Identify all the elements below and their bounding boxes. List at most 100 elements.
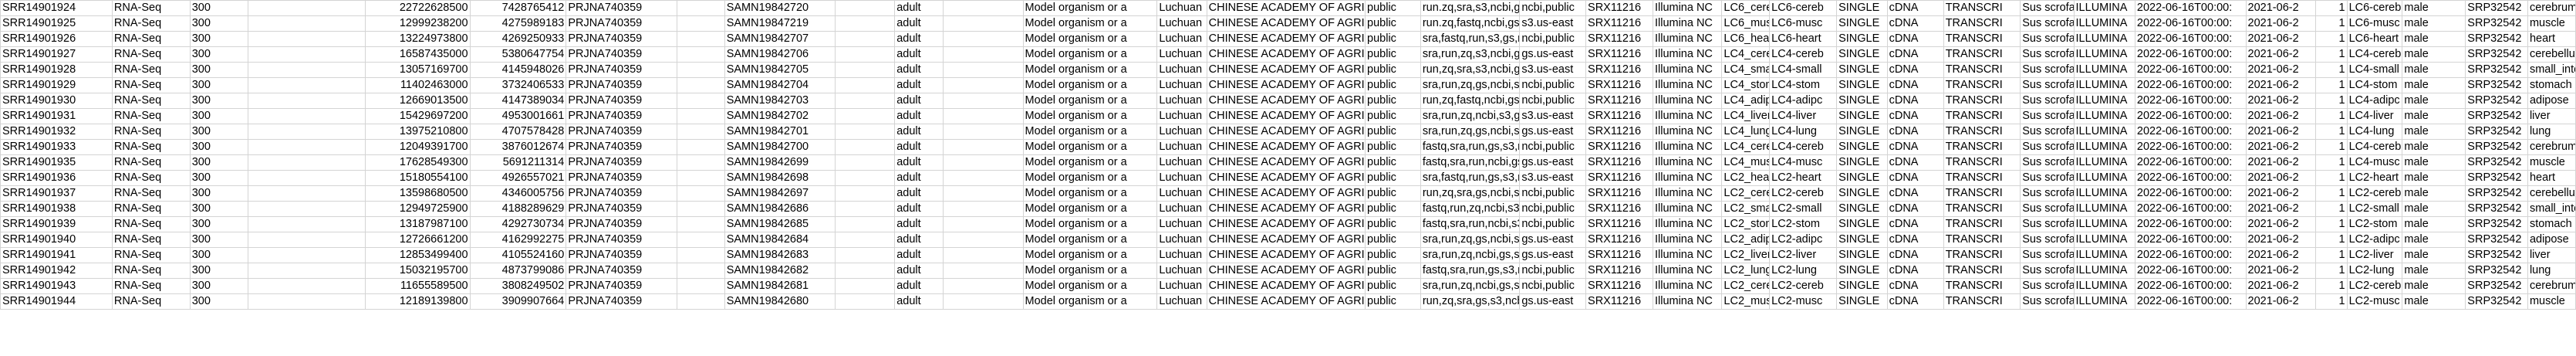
table-cell[interactable]: Luchuan xyxy=(1156,201,1207,217)
table-cell[interactable]: LC2-adipc xyxy=(2346,232,2403,248)
table-cell[interactable]: 2021-06-2 xyxy=(2245,185,2317,202)
table-cell[interactable]: RNA-Seq xyxy=(111,216,191,232)
table-cell[interactable]: 5691211314 xyxy=(469,154,567,171)
table-cell[interactable] xyxy=(676,216,725,232)
table-cell[interactable]: sra,run,zq,s3,ncbi,gs xyxy=(1420,46,1521,63)
table-cell[interactable] xyxy=(676,139,725,155)
table-cell[interactable]: 2022-06-16T00:00: xyxy=(2134,108,2247,124)
table-cell[interactable]: cDNA xyxy=(1886,77,1944,93)
table-cell[interactable]: 2022-06-16T00:00: xyxy=(2134,46,2247,63)
table-cell[interactable] xyxy=(676,31,725,47)
table-cell[interactable]: 4162992275 xyxy=(469,232,567,248)
table-cell[interactable]: 5380647754 xyxy=(469,46,567,63)
table-cell[interactable]: LC6_cereb xyxy=(1721,0,1771,16)
table-cell[interactable]: 300 xyxy=(189,0,249,16)
table-cell[interactable]: cDNA xyxy=(1886,232,1944,248)
table-cell[interactable]: 17628549300 xyxy=(364,154,471,171)
table-cell[interactable]: adult xyxy=(894,185,944,202)
table-cell[interactable]: LC6-cereb xyxy=(1769,0,1838,16)
table-cell[interactable]: LC4-small xyxy=(1769,62,1838,78)
table-cell[interactable]: TRANSCRI xyxy=(1943,216,2021,232)
table-cell[interactable]: SRP32542 xyxy=(2465,77,2528,93)
table-cell[interactable] xyxy=(248,62,366,78)
table-cell[interactable]: SAMN19842684 xyxy=(724,232,836,248)
table-cell[interactable]: male xyxy=(2402,216,2466,232)
table-cell[interactable]: CHINESE ACADEMY OF AGRI xyxy=(1206,278,1366,294)
table-cell[interactable]: cerebellum xyxy=(2527,46,2576,63)
table-cell[interactable]: LC4_musc xyxy=(1721,154,1771,171)
table-cell[interactable]: Luchuan xyxy=(1156,124,1207,140)
table-cell[interactable]: SINGLE xyxy=(1836,31,1888,47)
table-cell[interactable]: Luchuan xyxy=(1156,293,1207,310)
table-cell[interactable]: gs.us-east xyxy=(1519,293,1587,310)
table-cell[interactable] xyxy=(676,108,725,124)
table-cell[interactable]: cDNA xyxy=(1886,62,1944,78)
table-cell[interactable]: SAMN19842701 xyxy=(724,124,836,140)
table-cell[interactable]: Model organism or a xyxy=(1022,232,1158,248)
table-cell[interactable]: 13224973800 xyxy=(364,31,471,47)
table-cell[interactable]: male xyxy=(2402,31,2466,47)
table-cell[interactable]: LC2_cereb xyxy=(1721,278,1771,294)
table-cell[interactable]: 7428765412 xyxy=(469,0,567,16)
table-cell[interactable]: LC4_liver xyxy=(1721,108,1771,124)
table-cell[interactable]: SRP32542 xyxy=(2465,31,2528,47)
table-cell[interactable]: SINGLE xyxy=(1836,124,1888,140)
table-cell[interactable]: Illumina NC xyxy=(1652,15,1723,32)
table-cell[interactable]: SRX11216 xyxy=(1585,263,1653,279)
table-cell[interactable]: LC2_lung xyxy=(1721,263,1771,279)
table-cell[interactable]: SINGLE xyxy=(1836,170,1888,186)
table-cell[interactable]: LC2_heart xyxy=(1721,170,1771,186)
table-cell[interactable]: SAMN19847219 xyxy=(724,15,836,32)
table-cell[interactable]: Sus scrofa xyxy=(2020,216,2075,232)
table-cell[interactable]: public xyxy=(1365,293,1421,310)
table-cell[interactable]: 4145948026 xyxy=(469,62,567,78)
table-cell[interactable]: SINGLE xyxy=(1836,93,1888,109)
table-cell[interactable]: ILLUMINA xyxy=(2073,278,2135,294)
table-cell[interactable]: Model organism or a xyxy=(1022,170,1158,186)
table-cell[interactable] xyxy=(835,278,896,294)
table-cell[interactable]: LC6-heart xyxy=(1769,31,1838,47)
table-cell[interactable]: SRR14901925 xyxy=(0,15,113,32)
table-cell[interactable]: 2021-06-2 xyxy=(2245,31,2317,47)
table-cell[interactable] xyxy=(943,139,1024,155)
table-cell[interactable]: LC2-small xyxy=(1769,201,1838,217)
table-cell[interactable]: 300 xyxy=(189,31,249,47)
table-cell[interactable]: Model organism or a xyxy=(1022,293,1158,310)
table-cell[interactable]: SINGLE xyxy=(1836,263,1888,279)
table-cell[interactable]: public xyxy=(1365,154,1421,171)
table-cell[interactable]: CHINESE ACADEMY OF AGRI xyxy=(1206,62,1366,78)
table-cell[interactable]: SRR14901940 xyxy=(0,232,113,248)
table-cell[interactable]: 300 xyxy=(189,185,249,202)
table-cell[interactable] xyxy=(835,170,896,186)
table-cell[interactable]: Illumina NC xyxy=(1652,263,1723,279)
table-cell[interactable]: stomach xyxy=(2527,77,2576,93)
table-cell[interactable]: SAMN19842698 xyxy=(724,170,836,186)
table-cell[interactable]: cDNA xyxy=(1886,170,1944,186)
table-cell[interactable]: ILLUMINA xyxy=(2073,77,2135,93)
table-cell[interactable]: SRR14901938 xyxy=(0,201,113,217)
table-cell[interactable]: Model organism or a xyxy=(1022,77,1158,93)
table-cell[interactable]: LC4_adipc xyxy=(1721,93,1771,109)
table-cell[interactable]: Illumina NC xyxy=(1652,216,1723,232)
table-cell[interactable]: TRANSCRI xyxy=(1943,62,2021,78)
table-cell[interactable]: Illumina NC xyxy=(1652,62,1723,78)
table-cell[interactable] xyxy=(835,31,896,47)
table-cell[interactable]: CHINESE ACADEMY OF AGRI xyxy=(1206,263,1366,279)
table-cell[interactable] xyxy=(943,46,1024,63)
table-cell[interactable]: CHINESE ACADEMY OF AGRI xyxy=(1206,201,1366,217)
table-cell[interactable]: 1 xyxy=(2315,139,2348,155)
table-cell[interactable]: LC2_stom xyxy=(1721,216,1771,232)
table-cell[interactable]: Model organism or a xyxy=(1022,93,1158,109)
table-cell[interactable]: cDNA xyxy=(1886,201,1944,217)
table-cell[interactable]: 2022-06-16T00:00: xyxy=(2134,139,2247,155)
table-cell[interactable]: ILLUMINA xyxy=(2073,170,2135,186)
table-cell[interactable]: LC2-cereb xyxy=(2346,185,2403,202)
table-cell[interactable]: LC6-musc xyxy=(2346,15,2403,32)
table-cell[interactable] xyxy=(835,139,896,155)
table-cell[interactable] xyxy=(248,201,366,217)
table-cell[interactable]: 2021-06-2 xyxy=(2245,46,2317,63)
table-cell[interactable] xyxy=(943,62,1024,78)
table-cell[interactable]: TRANSCRI xyxy=(1943,293,2021,310)
table-cell[interactable]: Illumina NC xyxy=(1652,46,1723,63)
table-cell[interactable]: LC6-musc xyxy=(1769,15,1838,32)
